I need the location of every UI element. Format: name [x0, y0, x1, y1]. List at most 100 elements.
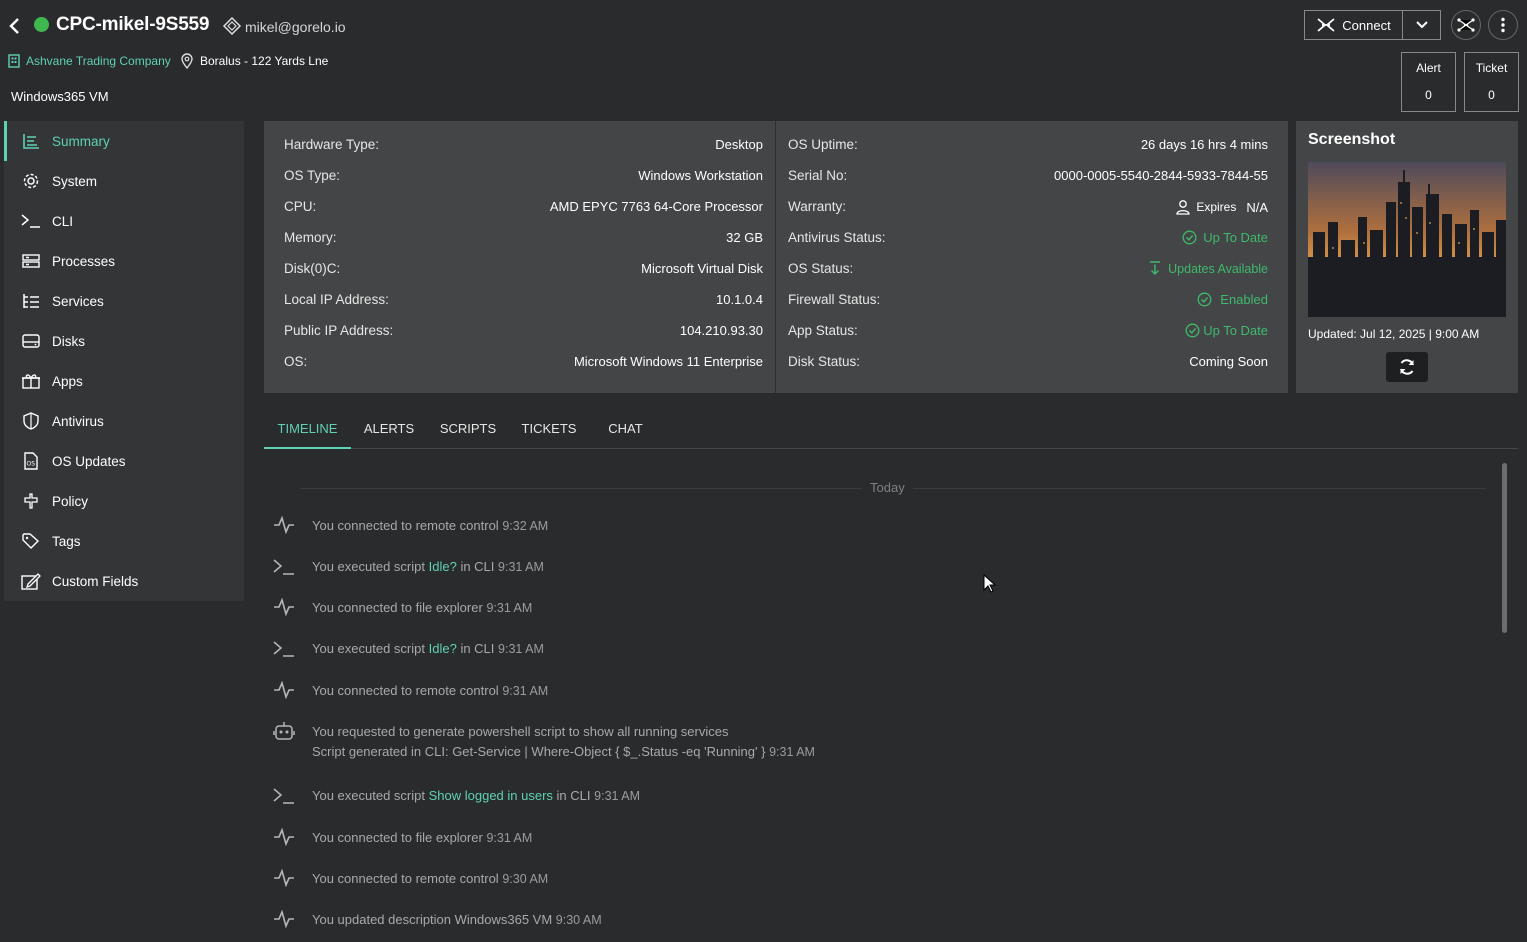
info-key: Disk Status: [788, 354, 861, 369]
alert-count: 0 [1425, 88, 1432, 102]
info-value: Windows Workstation [638, 168, 763, 183]
processes-icon [21, 252, 41, 270]
sidebar-item-label: Disks [52, 333, 85, 349]
info-key: OS: [284, 354, 308, 369]
timeline-text: You requested to generate powershell scr… [312, 724, 729, 739]
robot-icon [272, 721, 296, 741]
info-key: App Status: [788, 323, 858, 338]
warranty-expires-label: Expires [1196, 200, 1237, 214]
info-row-hardware-type: Hardware Type: Desktop [284, 137, 763, 157]
timeline-text: You updated description Windows365 VM [312, 912, 553, 927]
alert-count-box[interactable]: Alert 0 [1401, 52, 1456, 112]
device-screenshot-image[interactable] [1308, 162, 1506, 317]
sidebar-item-label: System [52, 173, 98, 189]
location-pin-icon [180, 53, 194, 69]
timeline-entry: You requested to generate powershell scr… [312, 724, 815, 759]
refresh-screenshot-button[interactable] [1386, 352, 1428, 382]
kebab-menu-icon [1500, 17, 1506, 33]
services-icon [21, 292, 41, 310]
sidebar-item-summary[interactable]: Summary [4, 121, 244, 161]
sidebar-item-services[interactable]: Services [4, 281, 244, 321]
sidebar-item-antivirus[interactable]: Antivirus [4, 401, 244, 441]
timeline-time: 9:32 AM [502, 519, 549, 533]
activity-icon [272, 827, 296, 847]
user-email: mikel@gorelo.io [245, 19, 346, 35]
info-row-serial: Serial No: 0000-0005-5540-2844-5933-7844-… [788, 168, 1268, 188]
network-icon [1456, 17, 1476, 33]
timeline-text-post: in CLI [556, 788, 591, 803]
sidebar-item-apps[interactable]: Apps [4, 361, 244, 401]
ticket-label: Ticket [1475, 61, 1508, 75]
sidebar-item-label: Services [52, 293, 104, 309]
activity-icon [272, 868, 296, 888]
sidebar-item-cli[interactable]: CLI [4, 201, 244, 241]
company-link[interactable]: Ashvane Trading Company [26, 54, 171, 68]
apps-icon [21, 372, 41, 390]
tab-timeline[interactable]: TIMELINE [264, 410, 351, 449]
device-name: CPC-mikel-9S559 [56, 14, 210, 35]
refresh-icon [1398, 358, 1416, 376]
tab-alerts[interactable]: ALERTS [357, 410, 421, 447]
sidebar-item-tags[interactable]: Tags [4, 521, 244, 561]
timeline-time: 9:30 AM [555, 913, 602, 927]
sidebar-nav: Summary System CLI Processes Services Di… [4, 121, 244, 601]
tab-scripts[interactable]: SCRIPTS [433, 410, 503, 447]
info-row-public-ip: Public IP Address: 104.210.93.30 [284, 323, 763, 343]
device-description: Windows365 VM [11, 89, 109, 104]
sidebar-item-processes[interactable]: Processes [4, 241, 244, 281]
summary-icon [21, 132, 41, 150]
script-link[interactable]: Idle? [429, 559, 457, 574]
info-key: Hardware Type: [284, 137, 380, 152]
timeline-time: 9:31 AM [769, 745, 815, 759]
timeline-scrollbar[interactable] [1502, 463, 1507, 633]
info-key: OS Type: [284, 168, 341, 183]
info-value: Microsoft Virtual Disk [641, 261, 763, 276]
connect-button[interactable]: Connect [1304, 10, 1403, 40]
connect-dropdown-button[interactable] [1403, 10, 1441, 40]
info-row-local-ip: Local IP Address: 10.1.0.4 [284, 292, 763, 312]
info-key: Antivirus Status: [788, 230, 886, 245]
script-link[interactable]: Idle? [429, 641, 457, 656]
warranty-value-group: Expires N/A [1176, 199, 1268, 215]
sidebar-item-system[interactable]: System [4, 161, 244, 201]
info-row-os: OS: Microsoft Windows 11 Enterprise [284, 354, 763, 374]
network-button[interactable] [1451, 10, 1481, 40]
sidebar-item-label: CLI [52, 213, 74, 229]
back-icon[interactable] [6, 16, 24, 36]
info-row-os-type: OS Type: Windows Workstation [284, 168, 763, 188]
script-link[interactable]: Show logged in users [429, 788, 553, 803]
tab-tickets[interactable]: TICKETS [514, 410, 584, 447]
info-key: Memory: [284, 230, 337, 245]
activity-icon [272, 680, 296, 700]
tab-chat[interactable]: CHAT [598, 410, 653, 447]
sidebar-item-disks[interactable]: Disks [4, 321, 244, 361]
info-value: 0000-0005-5540-2844-5933-7844-55 [1054, 168, 1268, 183]
activity-icon [272, 597, 296, 617]
sidebar-item-os-updates[interactable]: OS OS Updates [4, 441, 244, 481]
alert-label: Alert [1416, 61, 1441, 75]
ticket-count-box[interactable]: Ticket 0 [1464, 52, 1519, 112]
timeline-time: 9:31 AM [498, 642, 544, 656]
timeline-text: You connected to file explorer [312, 830, 483, 845]
sidebar-item-policy[interactable]: Policy [4, 481, 244, 521]
policy-icon [21, 492, 41, 510]
sidebar-item-label: OS Updates [52, 453, 126, 469]
info-key: OS Status: [788, 261, 854, 276]
download-icon [1148, 261, 1162, 276]
sidebar-item-label: Summary [52, 133, 110, 149]
sidebar-item-custom-fields[interactable]: Custom Fields [4, 561, 244, 601]
timeline-text: You executed script [312, 559, 425, 574]
info-divider [775, 121, 776, 393]
info-row-disk-status: Disk Status: Coming Soon [788, 354, 1268, 374]
info-row-disk: Disk(0)C: Microsoft Virtual Disk [284, 261, 763, 281]
check-circle-icon [1182, 230, 1197, 245]
timeline-text: You connected to remote control [312, 871, 499, 886]
info-row-uptime: OS Uptime: 26 days 16 hrs 4 mins [788, 137, 1268, 157]
more-options-button[interactable] [1488, 10, 1518, 40]
terminal-icon [272, 639, 296, 659]
sidebar-item-label: Processes [52, 253, 116, 269]
timeline-time: 9:31 AM [498, 560, 544, 574]
info-value: Coming Soon [1189, 354, 1268, 369]
person-icon [1176, 199, 1190, 215]
info-value: Microsoft Windows 11 Enterprise [573, 354, 763, 369]
